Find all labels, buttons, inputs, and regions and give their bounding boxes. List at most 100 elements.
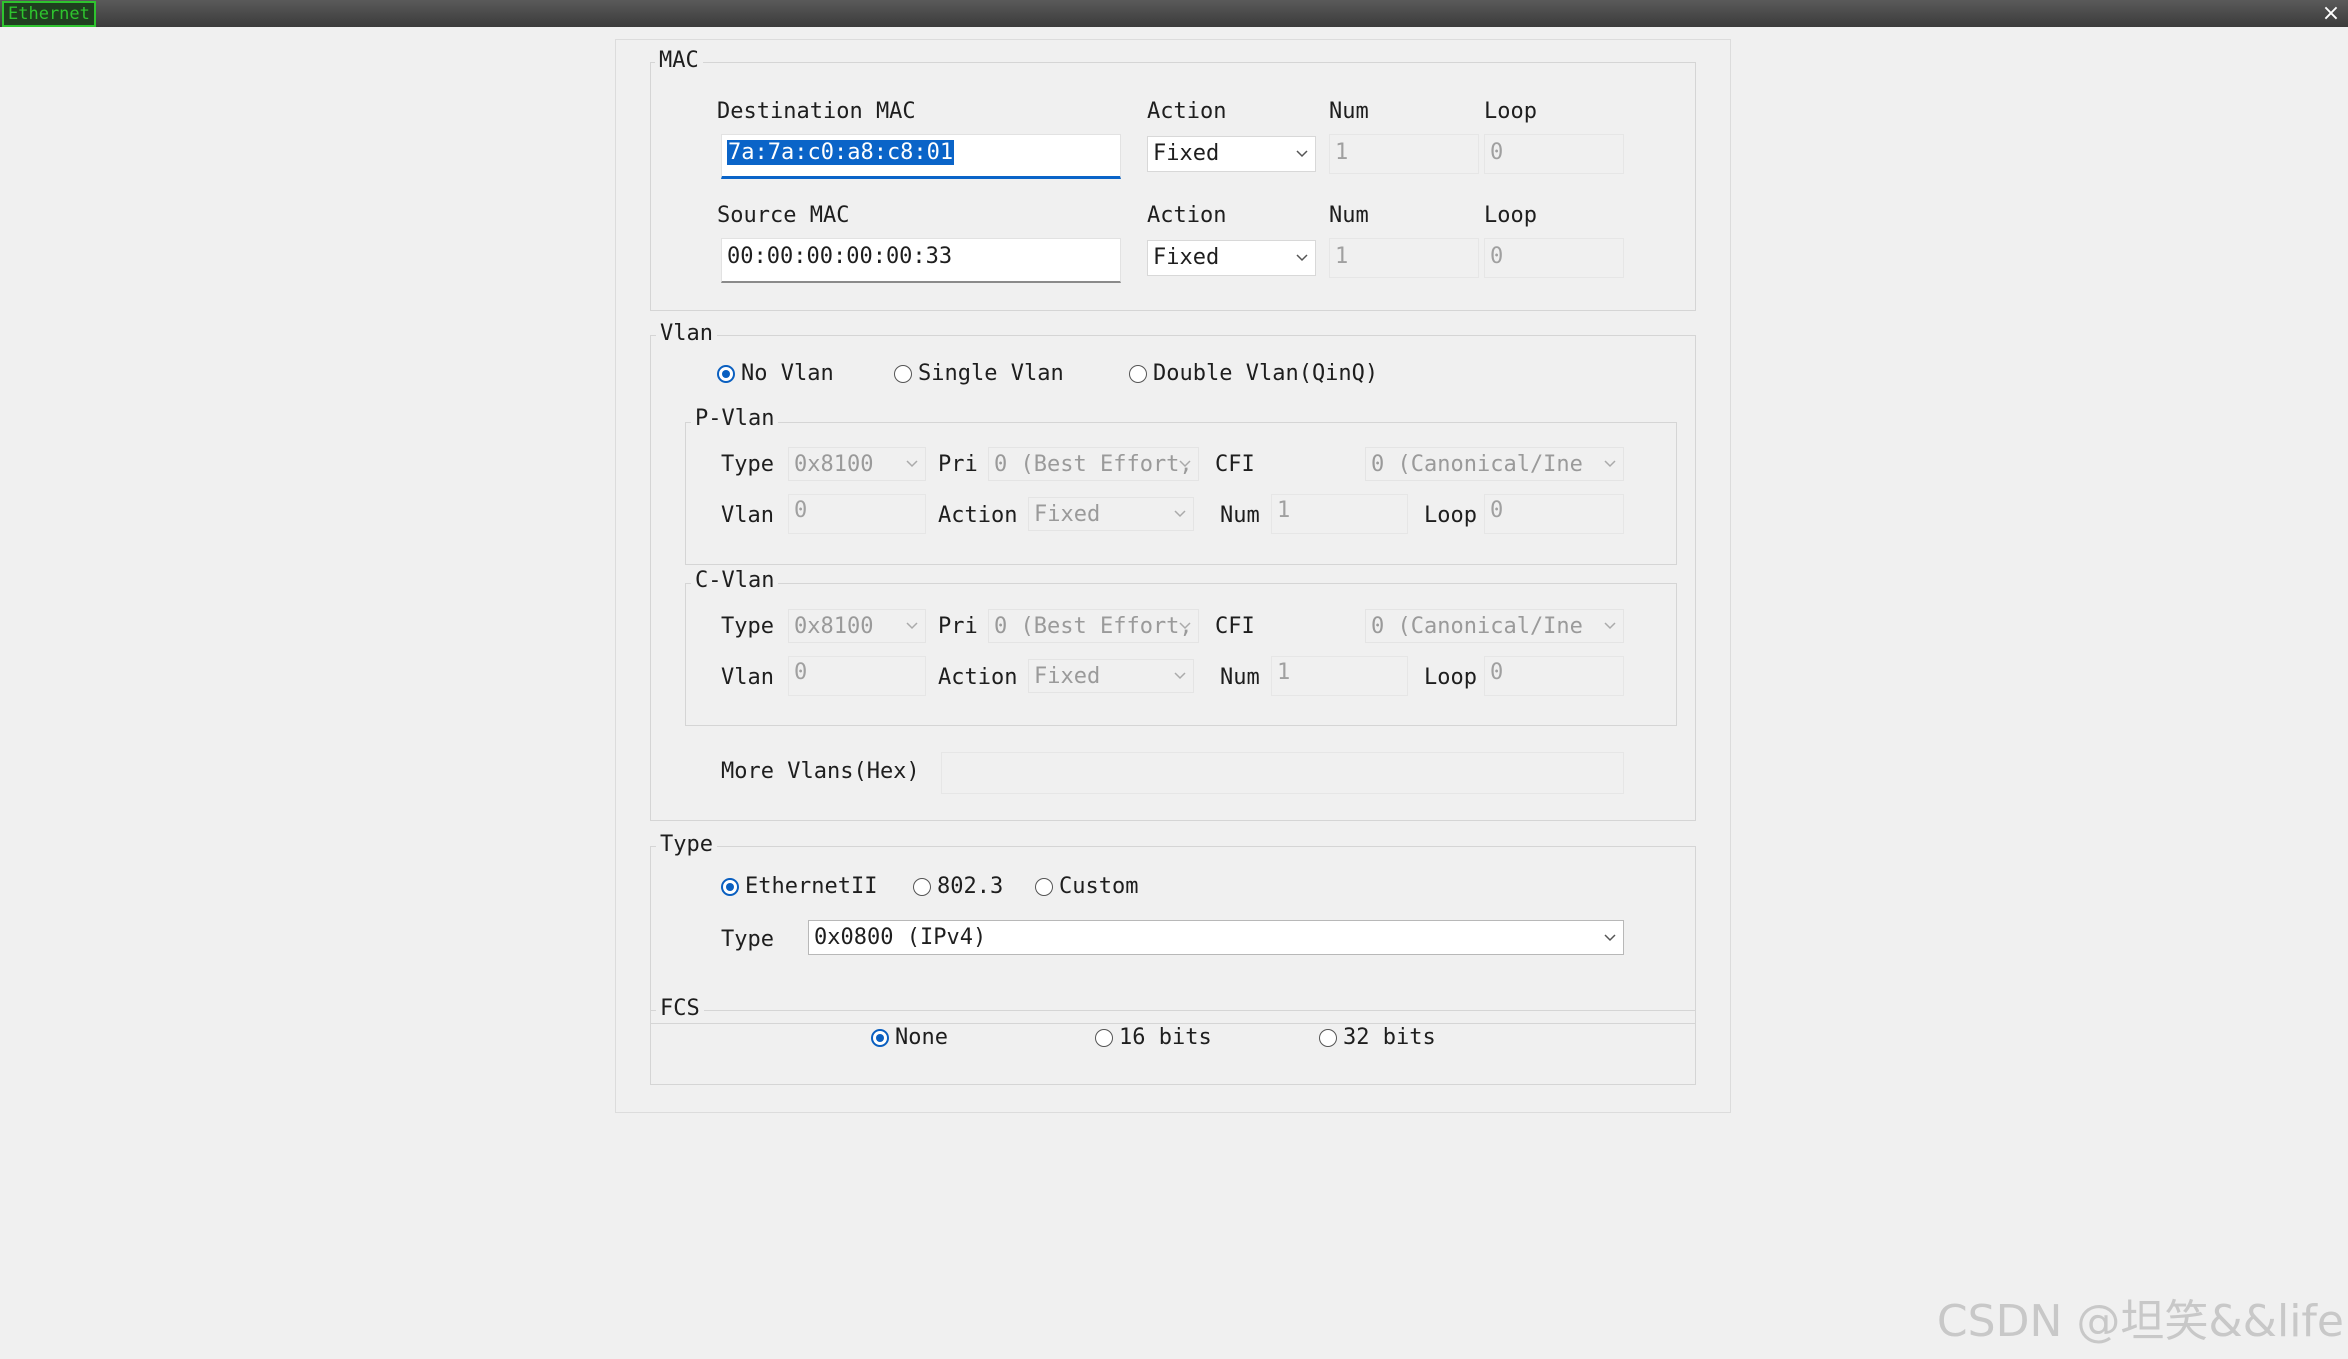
pvlan-loop-input[interactable]: 0 — [1484, 494, 1624, 534]
radio-fcs-none-label: None — [895, 1025, 948, 1050]
type-group-label: Type — [656, 832, 717, 858]
radio-fcs-32-label: 32 bits — [1343, 1025, 1436, 1050]
radio-ethernet2[interactable]: EthernetII — [721, 874, 877, 899]
more-vlans-label: More Vlans(Hex) — [721, 759, 920, 784]
cvlan-cfi-value: 0 (Canonical/Ine — [1371, 614, 1583, 639]
pvlan-vlan-label: Vlan — [721, 503, 774, 528]
src-num-input[interactable]: 1 — [1329, 238, 1479, 278]
pvlan-num-label: Num — [1220, 503, 1260, 528]
chevron-down-icon — [1603, 921, 1617, 954]
chevron-down-icon — [1178, 448, 1192, 480]
watermark: CSDN @坦笑&&life — [1936, 1296, 2344, 1347]
chevron-down-icon — [1603, 610, 1617, 642]
radio-dot-icon — [717, 364, 735, 383]
dest-loop-label: Loop — [1484, 99, 1537, 124]
pvlan-type-label: Type — [721, 452, 774, 477]
ethernet-panel: MAC Destination MAC 7a:7a:c0:a8:c8:01 Ac… — [615, 39, 1731, 1113]
more-vlans-input[interactable] — [941, 752, 1624, 794]
pvlan-action-select[interactable]: Fixed — [1028, 497, 1194, 531]
radio-dot-icon — [1129, 364, 1147, 383]
cvlan-vlan-input[interactable]: 0 — [788, 656, 926, 696]
radio-dot-icon — [1095, 1028, 1113, 1047]
chevron-down-icon — [1603, 448, 1617, 480]
cvlan-group — [685, 583, 1677, 726]
pvlan-pri-value: 0 (Best Effort, defa — [994, 452, 1198, 477]
radio-dot-icon — [913, 877, 931, 896]
dest-loop-input[interactable]: 0 — [1484, 134, 1624, 174]
chevron-down-icon — [1173, 660, 1187, 692]
radio-custom-label: Custom — [1059, 874, 1139, 899]
pvlan-type-select[interactable]: 0x8100 — [788, 447, 926, 481]
cvlan-type-select[interactable]: 0x8100 — [788, 609, 926, 643]
dest-num-label: Num — [1329, 99, 1369, 124]
src-action-select[interactable]: Fixed — [1147, 240, 1316, 276]
vlan-group — [650, 335, 1696, 821]
fcs-group-label: FCS — [656, 996, 704, 1022]
cvlan-cfi-field[interactable]: 0 (Canonical/Ine — [1365, 609, 1624, 643]
cvlan-num-label: Num — [1220, 665, 1260, 690]
cvlan-type-label: Type — [721, 614, 774, 639]
dest-action-select[interactable]: Fixed — [1147, 136, 1316, 172]
dest-mac-label: Destination MAC — [717, 99, 916, 124]
radio-fcs-32[interactable]: 32 bits — [1319, 1025, 1436, 1050]
pvlan-cfi-value: 0 (Canonical/Ine — [1371, 452, 1583, 477]
chevron-down-icon — [1178, 610, 1192, 642]
src-loop-input[interactable]: 0 — [1484, 238, 1624, 278]
pvlan-pri-select[interactable]: 0 (Best Effort, defa — [988, 447, 1199, 481]
radio-fcs-16[interactable]: 16 bits — [1095, 1025, 1212, 1050]
dest-action-label: Action — [1147, 99, 1227, 124]
pvlan-num-input[interactable]: 1 — [1271, 494, 1408, 534]
chevron-down-icon — [1295, 137, 1309, 171]
cvlan-type-value: 0x8100 — [794, 614, 874, 639]
radio-dot-icon — [871, 1028, 889, 1047]
close-icon[interactable]: × — [2320, 0, 2342, 27]
pvlan-type-value: 0x8100 — [794, 452, 874, 477]
cvlan-loop-input[interactable]: 0 — [1484, 656, 1624, 696]
ethertype-value: 0x0800 (IPv4) — [814, 925, 987, 950]
ethertype-label: Type — [721, 927, 774, 952]
ethertype-select[interactable]: 0x0800 (IPv4) — [808, 920, 1624, 955]
radio-double-vlan[interactable]: Double Vlan(QinQ) — [1129, 361, 1378, 386]
dest-mac-value: 7a:7a:c0:a8:c8:01 — [727, 140, 955, 165]
src-mac-label: Source MAC — [717, 203, 850, 228]
cvlan-action-select[interactable]: Fixed — [1028, 659, 1194, 693]
cvlan-action-label: Action — [938, 665, 1018, 690]
src-mac-input[interactable]: 00:00:00:00:00:33 — [721, 238, 1121, 283]
chevron-down-icon — [1295, 241, 1309, 275]
radio-8023[interactable]: 802.3 — [913, 874, 1003, 899]
cvlan-group-label: C-Vlan — [691, 568, 779, 594]
title-bar: Ethernet × — [0, 0, 2348, 27]
cvlan-pri-label: Pri — [938, 614, 978, 639]
radio-8023-label: 802.3 — [937, 874, 1004, 899]
mac-group-label: MAC — [655, 48, 703, 74]
radio-single-vlan-label: Single Vlan — [918, 361, 1064, 386]
pvlan-group-label: P-Vlan — [691, 406, 779, 432]
radio-dot-icon — [894, 364, 912, 383]
pvlan-cfi-field[interactable]: 0 (Canonical/Ine — [1365, 447, 1624, 481]
radio-double-vlan-label: Double Vlan(QinQ) — [1153, 361, 1379, 386]
chevron-down-icon — [905, 448, 919, 480]
pvlan-pri-label: Pri — [938, 452, 978, 477]
radio-fcs-16-label: 16 bits — [1119, 1025, 1212, 1050]
dest-mac-input[interactable]: 7a:7a:c0:a8:c8:01 — [721, 134, 1121, 179]
cvlan-pri-value: 0 (Best Effort, defa — [994, 614, 1198, 639]
pvlan-action-value: Fixed — [1034, 502, 1101, 527]
cvlan-loop-label: Loop — [1424, 665, 1477, 690]
radio-fcs-none[interactable]: None — [871, 1025, 948, 1050]
radio-custom[interactable]: Custom — [1035, 874, 1138, 899]
src-num-label: Num — [1329, 203, 1369, 228]
src-action-value: Fixed — [1153, 245, 1220, 270]
chevron-down-icon — [905, 610, 919, 642]
radio-ethernet2-label: EthernetII — [745, 874, 878, 899]
radio-dot-icon — [1319, 1028, 1337, 1047]
tab-ethernet[interactable]: Ethernet — [2, 1, 96, 27]
radio-single-vlan[interactable]: Single Vlan — [894, 361, 1064, 386]
cvlan-pri-select[interactable]: 0 (Best Effort, defa — [988, 609, 1199, 643]
src-action-label: Action — [1147, 203, 1227, 228]
pvlan-vlan-input[interactable]: 0 — [788, 494, 926, 534]
radio-no-vlan[interactable]: No Vlan — [717, 361, 834, 386]
cvlan-num-input[interactable]: 1 — [1271, 656, 1408, 696]
chevron-down-icon — [1173, 498, 1187, 530]
dest-num-input[interactable]: 1 — [1329, 134, 1479, 174]
pvlan-action-label: Action — [938, 503, 1018, 528]
